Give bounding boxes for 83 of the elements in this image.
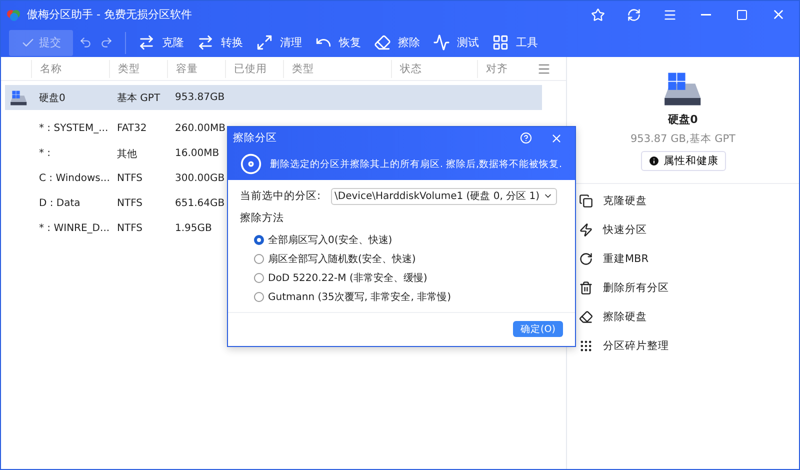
copy-icon (579, 194, 593, 208)
close-icon (550, 132, 562, 144)
table-cell-text: 16.00MB (174, 148, 220, 159)
disc-icon (240, 153, 262, 176)
menu-icon (663, 8, 677, 22)
radio-button[interactable] (254, 292, 264, 302)
toolbar-button[interactable]: 测试 (433, 30, 488, 56)
disk-icon (9, 90, 28, 106)
properties-button[interactable]: 属性和健康 (640, 151, 726, 171)
toolbar-button[interactable]: 清理 (256, 30, 311, 56)
radio-button[interactable] (254, 254, 264, 264)
dialog-message: 删除选定的分区并擦除其上的所有扇区. 擦除后,数据将不能被恢复. (270, 158, 562, 171)
disk-row[interactable]: 硬盘0 基本 GPT 953.87GB (5, 85, 542, 110)
table-cell-text: 基本 GPT (116, 92, 162, 104)
action-item[interactable]: 重建MBR (579, 250, 787, 268)
dots-icon (579, 339, 593, 353)
table-cell-text: * : (38, 148, 52, 159)
dialog-title: 擦除分区 (233, 131, 278, 145)
table-cell-text: C : Windows... (38, 173, 111, 184)
refresh-icon (627, 8, 641, 22)
table-cell-text: 其他 (116, 148, 138, 160)
action-item[interactable]: 克隆硬盘 (579, 192, 787, 210)
method-option[interactable]: DoD 5220.22-M (非常安全、缓慢) (254, 270, 563, 284)
arrows-icon (138, 34, 155, 51)
window-title: 傲梅分区助手 - 免费无损分区软件 (27, 7, 193, 22)
table-cell-text: * : WINRE_D... (38, 223, 111, 234)
method-option[interactable]: 全部扇区写入0(安全、快速) (254, 232, 563, 246)
swap-icon (197, 34, 214, 51)
maximize-icon (736, 8, 748, 20)
table-cell-text: 651.64GB (174, 198, 226, 209)
column-header[interactable]: 对齐 (477, 60, 537, 78)
table-cell-text: 260.00MB (174, 123, 226, 134)
redo-icon (100, 36, 113, 49)
eraser-icon (579, 310, 593, 324)
column-header[interactable]: 已使用 (225, 60, 283, 78)
table-cell-text: NTFS (116, 198, 144, 209)
rotate-icon (579, 252, 593, 266)
action-item[interactable]: 快速分区 (579, 221, 787, 239)
disk-name: 硬盘0 (668, 112, 698, 127)
toolbar-button[interactable]: 擦除 (374, 30, 429, 56)
trash-icon (579, 281, 593, 295)
table-cell-text: NTFS (116, 223, 144, 234)
app-logo-icon (7, 8, 21, 20)
pulse-icon (433, 34, 450, 51)
undo-icon (79, 36, 92, 49)
action-item[interactable]: 删除所有分区 (579, 279, 787, 297)
method-option[interactable]: 扇区全部写入随机数(安全、快速) (254, 252, 563, 266)
table-cell-text: 1.95GB (174, 223, 213, 234)
lightning-icon (579, 223, 593, 237)
action-item[interactable]: 分区碎片整理 (579, 337, 787, 355)
action-item[interactable]: 擦除硬盘 (579, 308, 787, 326)
table-cell-text: 953.87GB (174, 92, 226, 103)
column-header[interactable]: 名称 (31, 60, 109, 78)
table-cell-text: 300.00GB (174, 173, 226, 184)
help-icon (520, 132, 532, 144)
eraser-icon (374, 34, 391, 51)
disk-summary: 953.87 GB,基本 GPT (630, 132, 736, 146)
method-label: 擦除方法 (240, 210, 285, 224)
expand-icon (256, 34, 273, 51)
radio-button[interactable] (254, 234, 264, 244)
table-cell-text: 硬盘0 (38, 92, 66, 104)
method-option[interactable]: Gutmann (35次覆写, 非常安全, 非常慢) (254, 290, 563, 304)
column-header[interactable]: 状态 (391, 60, 477, 78)
table-cell-text: D : Data (38, 198, 82, 209)
info-icon (648, 155, 660, 167)
star-icon (591, 8, 605, 22)
grid-icon (492, 34, 509, 51)
column-header[interactable]: 类型 (109, 60, 167, 78)
radio-button[interactable] (254, 272, 264, 282)
table-cell-text: FAT32 (116, 123, 148, 134)
ok-button[interactable]: 确定(O) (513, 321, 563, 338)
column-menu-icon[interactable] (537, 62, 551, 76)
table-cell-text: * : SYSTEM_... (38, 123, 110, 134)
toolbar-button[interactable]: 工具 (492, 30, 547, 56)
partition-dropdown[interactable]: \Device\HarddiskVolume1 (硬盘 0, 分区 1) (330, 188, 557, 204)
toolbar-button[interactable]: 恢复 (315, 30, 370, 56)
table-cell-text: NTFS (116, 173, 144, 184)
minimize-icon (701, 14, 711, 16)
toolbar-button[interactable]: 克隆 (138, 30, 193, 56)
partition-label: 当前选中的分区: (240, 189, 321, 203)
column-header[interactable]: 容量 (167, 60, 225, 78)
column-header[interactable]: 类型 (283, 60, 391, 78)
toolbar-button[interactable]: 转换 (197, 30, 252, 56)
